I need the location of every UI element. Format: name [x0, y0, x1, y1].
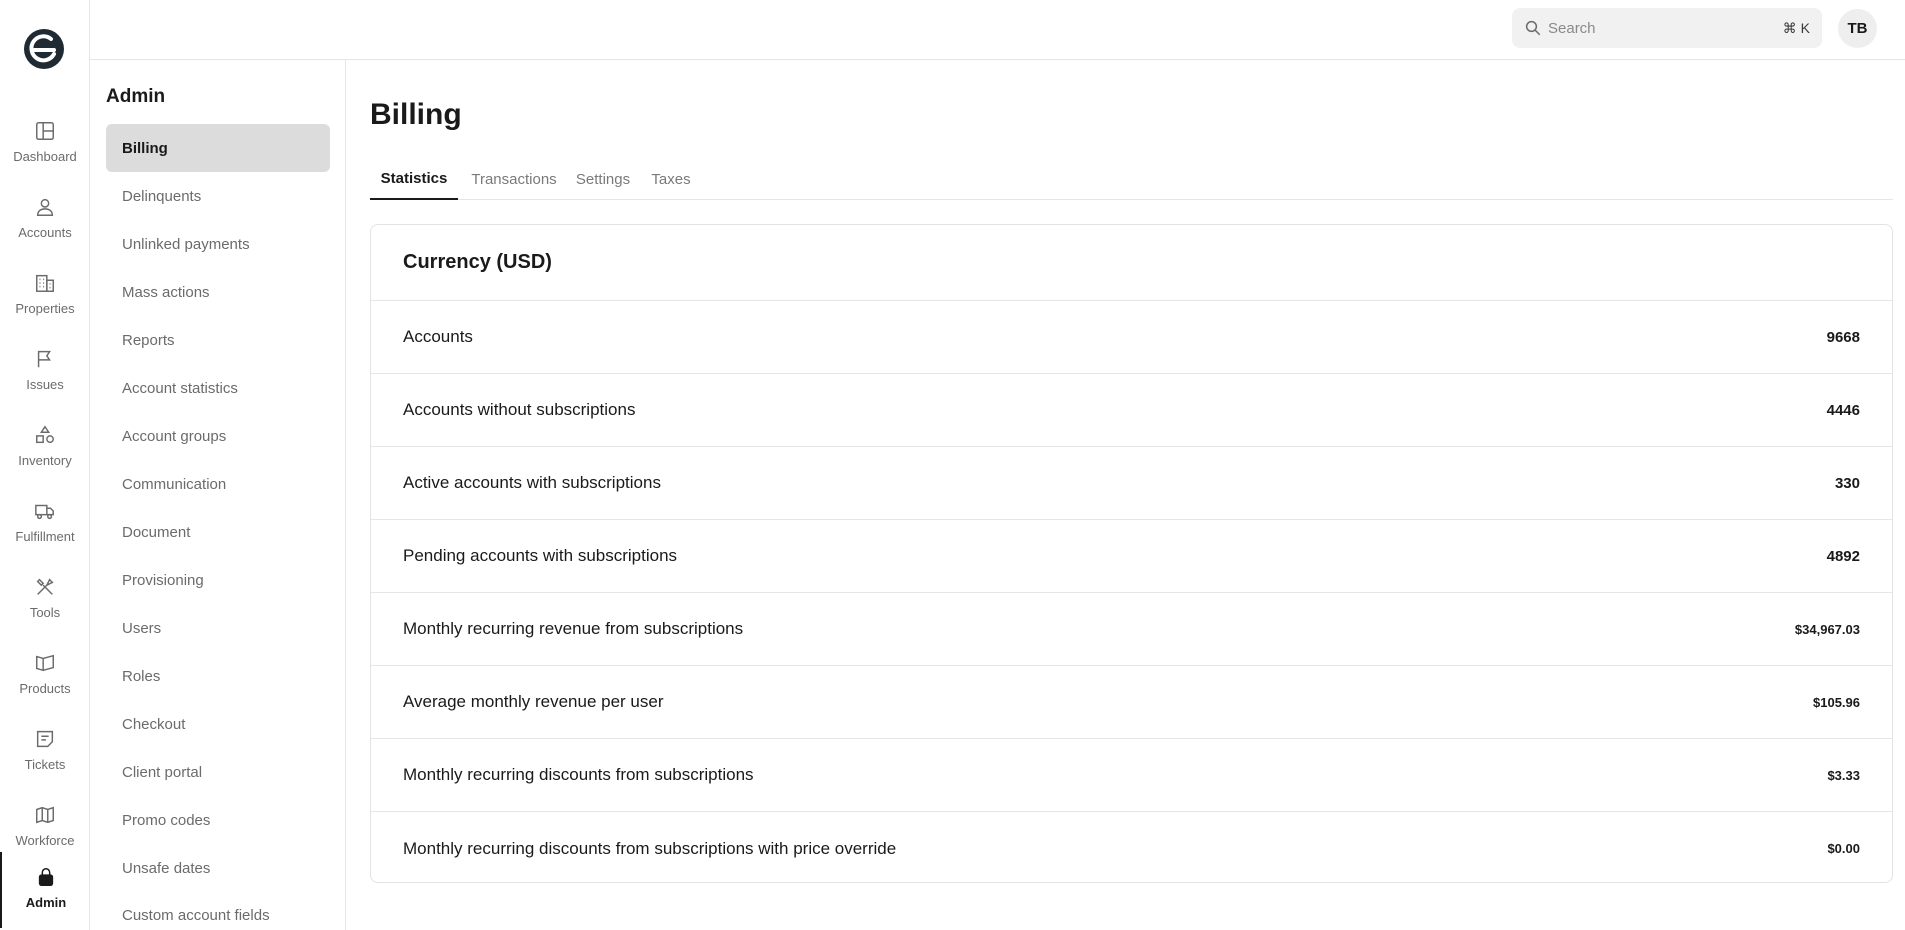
stat-row: Monthly recurring discounts from subscri… — [371, 812, 1892, 885]
rail-item-admin[interactable]: Admin — [0, 852, 90, 928]
search-input[interactable] — [1548, 19, 1783, 37]
top-bar: ⌘ K TB — [90, 0, 1905, 60]
rail-item-fulfillment[interactable]: Fulfillment — [0, 486, 90, 562]
rail-item-tickets[interactable]: Tickets — [0, 714, 90, 790]
stat-value: $3.33 — [1827, 767, 1860, 783]
rail-item-inventory[interactable]: Inventory — [0, 410, 90, 486]
stat-row: Monthly recurring revenue from subscript… — [371, 593, 1892, 666]
page-title: Billing — [370, 98, 462, 131]
stat-value: $0.00 — [1827, 841, 1860, 856]
tools-icon — [36, 578, 54, 595]
rail-item-dashboard[interactable]: Dashboard — [0, 106, 90, 182]
stat-label: Active accounts with subscriptions — [403, 473, 661, 492]
subnav-item-billing[interactable]: Billing — [106, 124, 330, 172]
subnav-item-reports[interactable]: Reports — [106, 316, 330, 364]
stat-row: Accounts 9668 — [371, 301, 1892, 374]
rail-label: Inventory — [18, 453, 72, 468]
shapes-icon — [36, 425, 54, 444]
stat-value: 4446 — [1826, 401, 1860, 419]
stat-label: Monthly recurring discounts from subscri… — [403, 765, 754, 784]
ticket-icon — [36, 730, 54, 748]
subnav-item-client-portal[interactable]: Client portal — [106, 748, 330, 796]
rail-label: Tickets — [24, 757, 66, 772]
tab-statistics[interactable]: Statistics — [370, 158, 458, 200]
rail-item-properties[interactable]: Properties — [0, 258, 90, 334]
rail-label: Dashboard — [13, 149, 77, 164]
rail-label: Fulfillment — [15, 529, 75, 544]
subnav-item-document[interactable]: Document — [106, 508, 330, 556]
subnav-item-provisioning[interactable]: Provisioning — [106, 556, 330, 604]
billing-tabs: Statistics Transactions Settings Taxes — [370, 158, 1893, 200]
tab-settings[interactable]: Settings — [570, 158, 636, 200]
stat-value: $105.96 — [1813, 694, 1860, 710]
stat-label: Accounts without subscriptions — [403, 400, 636, 419]
stat-label: Accounts — [403, 327, 473, 346]
stat-value: $34,967.03 — [1794, 621, 1860, 637]
app-logo-icon[interactable] — [21, 26, 67, 72]
subnav-item-checkout[interactable]: Checkout — [106, 700, 330, 748]
stat-row: Pending accounts with subscriptions 4892 — [371, 520, 1892, 593]
building-icon — [36, 274, 54, 292]
admin-subnav: Admin Billing Delinquents Unlinked payme… — [90, 60, 346, 930]
rail-label: Admin — [25, 895, 67, 910]
rail-label: Products — [19, 681, 71, 696]
lock-icon — [38, 868, 54, 886]
book-icon — [36, 654, 54, 672]
truck-icon — [35, 504, 54, 520]
rail-label: Workforce — [15, 833, 75, 848]
stat-value: 4892 — [1826, 547, 1860, 565]
subnav-item-mass-actions[interactable]: Mass actions — [106, 268, 330, 316]
rail-label: Tools — [29, 605, 61, 620]
rail-label: Issues — [26, 377, 64, 392]
stat-label: Monthly recurring revenue from subscript… — [403, 619, 744, 638]
stat-row: Average monthly revenue per user $105.96 — [371, 666, 1892, 739]
map-icon — [36, 806, 54, 824]
subnav-item-users[interactable]: Users — [106, 604, 330, 652]
tab-taxes[interactable]: Taxes — [644, 158, 698, 200]
user-avatar[interactable]: TB — [1838, 9, 1877, 48]
rail-item-products[interactable]: Products — [0, 638, 90, 714]
currency-stats-card: Currency (USD) Accounts 9668 Accounts wi… — [370, 224, 1893, 883]
subnav-item-account-groups[interactable]: Account groups — [106, 412, 330, 460]
rail-item-tools[interactable]: Tools — [0, 562, 90, 638]
dashboard-icon — [36, 122, 54, 140]
stat-value: 330 — [1834, 474, 1860, 492]
subnav-item-account-statistics[interactable]: Account statistics — [106, 364, 330, 412]
subnav-item-delinquents[interactable]: Delinquents — [106, 172, 330, 220]
stat-value: 9668 — [1826, 328, 1860, 346]
subnav-item-unsafe-dates[interactable]: Unsafe dates — [106, 844, 330, 892]
tab-transactions[interactable]: Transactions — [466, 158, 562, 200]
stat-row: Monthly recurring discounts from subscri… — [371, 739, 1892, 812]
subnav-item-promo-codes[interactable]: Promo codes — [106, 796, 330, 844]
search-box[interactable]: ⌘ K — [1512, 8, 1822, 48]
search-shortcut: ⌘ K — [1782, 19, 1810, 36]
rail-label: Properties — [15, 301, 75, 316]
stat-label: Pending accounts with subscriptions — [403, 546, 678, 565]
user-icon — [36, 198, 54, 216]
subnav-item-unlinked-payments[interactable]: Unlinked payments — [106, 220, 330, 268]
rail-label: Accounts — [18, 225, 72, 240]
stat-label: Monthly recurring discounts from subscri… — [403, 838, 897, 858]
stat-row: Active accounts with subscriptions 330 — [371, 447, 1892, 520]
icon-rail: Dashboard Accounts Properties Issues Inv… — [0, 0, 90, 930]
subnav-item-custom-account-fields[interactable]: Custom account fields — [106, 892, 330, 930]
subnav-title: Admin — [106, 86, 166, 107]
stat-label: Average monthly revenue per user — [403, 692, 664, 711]
flag-icon — [37, 350, 51, 368]
card-title: Currency (USD) — [371, 225, 1892, 301]
subnav-item-roles[interactable]: Roles — [106, 652, 330, 700]
rail-item-issues[interactable]: Issues — [0, 334, 90, 410]
subnav-item-communication[interactable]: Communication — [106, 460, 330, 508]
search-icon — [1525, 20, 1541, 36]
stat-row: Accounts without subscriptions 4446 — [371, 374, 1892, 447]
rail-item-accounts[interactable]: Accounts — [0, 182, 90, 258]
